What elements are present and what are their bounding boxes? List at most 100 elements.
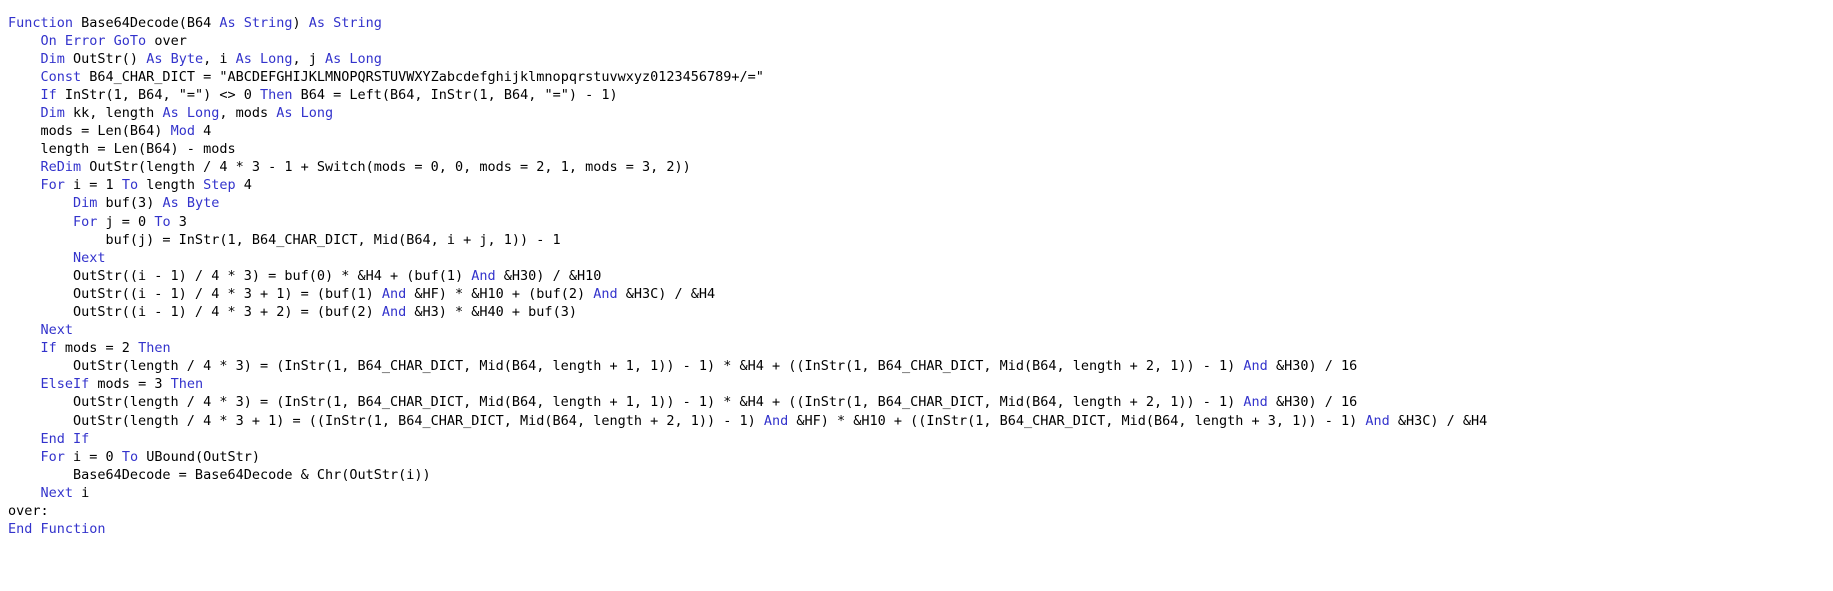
code-line: On Error GoTo over bbox=[8, 32, 1833, 50]
code-keyword: Function bbox=[8, 14, 74, 31]
code-text: , j bbox=[292, 50, 326, 67]
code-keyword: To bbox=[154, 213, 171, 230]
code-line: OutStr(length / 4 * 3 + 1) = ((InStr(1, … bbox=[8, 412, 1833, 430]
code-text: UBound(OutStr) bbox=[138, 448, 260, 465]
code-keyword: Then bbox=[259, 86, 293, 103]
code-line: ElseIf mods = 3 Then bbox=[8, 375, 1833, 393]
code-keyword: As Long bbox=[276, 104, 334, 121]
code-line: OutStr(length / 4 * 3) = (InStr(1, B64_C… bbox=[8, 393, 1833, 411]
code-line: Dim kk, length As Long, mods As Long bbox=[8, 104, 1833, 122]
code-text: &H30) / &H10 bbox=[495, 267, 602, 284]
code-keyword: Next bbox=[73, 249, 106, 266]
code-keyword: As Long bbox=[235, 50, 293, 67]
code-keyword: And bbox=[471, 267, 496, 284]
code-line: If mods = 2 Then bbox=[8, 339, 1833, 357]
code-text: , i bbox=[203, 50, 236, 67]
code-keyword: On Error GoTo bbox=[40, 32, 147, 49]
code-keyword: Next bbox=[40, 484, 74, 501]
code-line: OutStr((i - 1) / 4 * 3 + 1) = (buf(1) An… bbox=[8, 285, 1833, 303]
code-text: i = 1 bbox=[64, 177, 122, 194]
code-keyword: Dim bbox=[40, 50, 65, 67]
code-keyword: Then bbox=[170, 376, 204, 393]
code-line: For i = 0 To UBound(OutStr) bbox=[8, 448, 1833, 466]
code-text: &HF) * &H10 + ((InStr(1, B64_CHAR_DICT, … bbox=[788, 412, 1366, 429]
code-line: Next i bbox=[8, 484, 1833, 502]
code-text: over: bbox=[8, 503, 49, 520]
code-keyword: ElseIf bbox=[40, 376, 90, 393]
code-text: Base64Decode(B64 bbox=[73, 14, 220, 31]
code-line: Function Base64Decode(B64 As String) As … bbox=[8, 14, 1833, 32]
code-keyword: If bbox=[40, 86, 57, 103]
code-line: End If bbox=[8, 430, 1833, 448]
code-text: OutStr(length / 4 * 3 - 1 + Switch(mods … bbox=[81, 159, 691, 176]
code-line: ReDim OutStr(length / 4 * 3 - 1 + Switch… bbox=[8, 158, 1833, 176]
code-text: 4 bbox=[235, 177, 252, 194]
code-keyword: For bbox=[40, 177, 65, 194]
code-keyword: If bbox=[40, 340, 57, 357]
code-text: , mods bbox=[219, 104, 277, 121]
code-keyword: End If bbox=[40, 430, 90, 447]
code-keyword: End Function bbox=[8, 521, 106, 538]
code-line: For j = 0 To 3 bbox=[8, 213, 1833, 231]
code-keyword: To bbox=[121, 177, 139, 194]
code-text: mods = 3 bbox=[89, 376, 171, 393]
code-text: buf(3) bbox=[97, 195, 163, 212]
code-keyword: And bbox=[381, 304, 407, 320]
code-line: If InStr(1, B64, "=") <> 0 Then B64 = Le… bbox=[8, 86, 1833, 104]
code-keyword: ReDim bbox=[40, 159, 82, 176]
code-keyword: Step bbox=[203, 177, 236, 194]
code-line: Dim buf(3) As Byte bbox=[8, 194, 1833, 212]
code-keyword: As Long bbox=[162, 104, 220, 121]
code-text: buf(j) = InStr(1, B64_CHAR_DICT, Mid(B64… bbox=[8, 231, 561, 248]
code-keyword: And bbox=[1243, 358, 1268, 375]
code-keyword: And bbox=[593, 285, 618, 302]
code-text: 3 bbox=[170, 213, 187, 230]
code-text: OutStr(length / 4 * 3 + 1) = ((InStr(1, … bbox=[8, 412, 764, 429]
code-text: InStr(1, B64, "=") <> 0 bbox=[56, 86, 260, 103]
code-keyword: And bbox=[1243, 394, 1268, 411]
code-text: ) bbox=[292, 14, 309, 31]
code-line: OutStr(length / 4 * 3) = (InStr(1, B64_C… bbox=[8, 357, 1833, 375]
code-keyword: Next bbox=[40, 322, 74, 339]
code-text: &H30) / 16 bbox=[1267, 394, 1358, 411]
code-keyword: Then bbox=[138, 340, 171, 357]
code-text: length bbox=[138, 177, 204, 194]
code-line: OutStr((i - 1) / 4 * 3) = buf(0) * &H4 +… bbox=[8, 267, 1833, 285]
code-line: Const B64_CHAR_DICT = "ABCDEFGHIJKLMNOPQ… bbox=[8, 68, 1833, 86]
code-line: Next bbox=[8, 321, 1833, 339]
code-text: OutStr() bbox=[64, 50, 147, 67]
code-line: Dim OutStr() As Byte, i As Long, j As Lo… bbox=[8, 50, 1833, 68]
code-text: i bbox=[73, 484, 90, 501]
code-keyword: For bbox=[73, 213, 98, 230]
code-text: Base64Decode = Base64Decode & Chr(OutStr… bbox=[8, 466, 431, 483]
code-text: OutStr(length / 4 * 3) = (InStr(1, B64_C… bbox=[8, 394, 1244, 411]
code-keyword: For bbox=[40, 448, 65, 465]
code-listing[interactable]: Function Base64Decode(B64 As String) As … bbox=[0, 13, 1833, 591]
code-keyword: And bbox=[1365, 412, 1390, 429]
code-line: Base64Decode = Base64Decode & Chr(OutStr… bbox=[8, 466, 1833, 484]
code-text: B64_CHAR_DICT = "ABCDEFGHIJKLMNOPQRSTUVW… bbox=[81, 68, 764, 85]
code-line: Next bbox=[8, 249, 1833, 267]
code-line: buf(j) = InStr(1, B64_CHAR_DICT, Mid(B64… bbox=[8, 231, 1833, 249]
code-keyword: And bbox=[763, 412, 789, 429]
code-text: kk, length bbox=[64, 104, 163, 121]
code-text: mods = Len(B64) bbox=[8, 123, 171, 140]
code-keyword: To bbox=[121, 448, 139, 465]
code-keyword: As Byte bbox=[146, 50, 204, 67]
code-text: &H3C) / &H4 bbox=[617, 285, 716, 302]
code-text: OutStr((i - 1) / 4 * 3 + 1) = (buf(1) bbox=[8, 285, 382, 302]
code-text: 4 bbox=[194, 123, 212, 140]
code-keyword: Dim bbox=[73, 195, 98, 212]
code-keyword: Const bbox=[40, 68, 82, 85]
